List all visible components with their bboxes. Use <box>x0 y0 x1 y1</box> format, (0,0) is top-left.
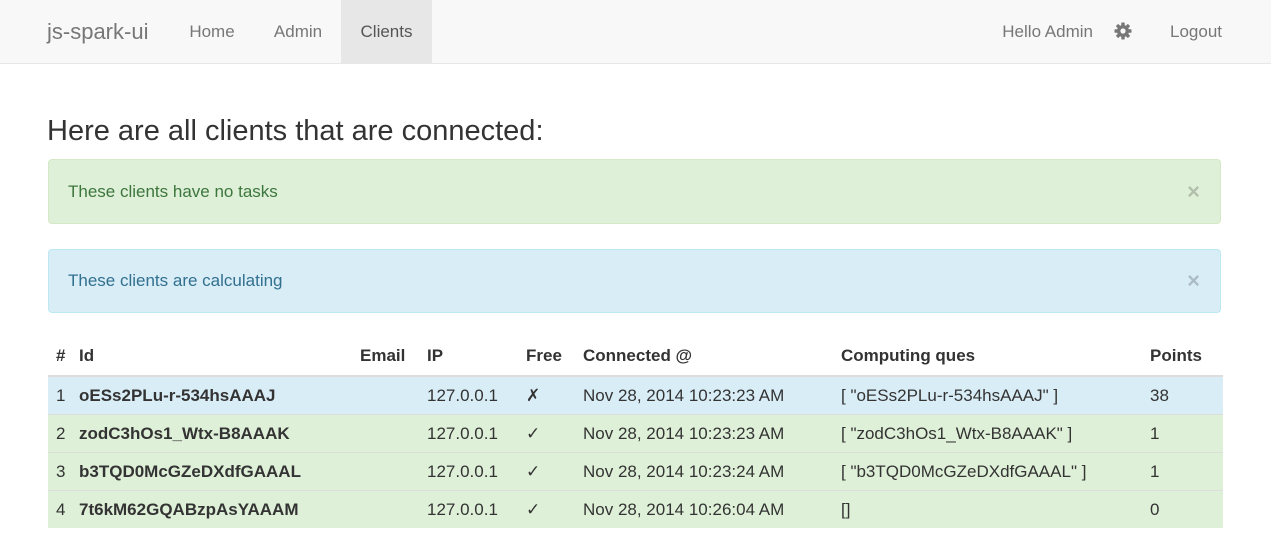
cell-computing: [] <box>833 490 1142 528</box>
settings-button[interactable] <box>1104 0 1142 63</box>
cell-free: ✗ <box>518 375 575 415</box>
cell-num: 2 <box>48 414 71 453</box>
cell-points: 1 <box>1142 452 1223 491</box>
col-header-ip: IP <box>419 336 518 377</box>
cell-connected: Nov 28, 2014 10:23:24 AM <box>575 452 833 491</box>
gear-icon <box>1114 22 1132 40</box>
clients-table: # Id Email IP Free Connected @ Computing… <box>48 336 1223 528</box>
cell-computing: [ "zodC3hOs1_Wtx-B8AAAK" ] <box>833 414 1142 453</box>
no-tasks-alert-text: These clients have no tasks <box>68 182 278 201</box>
cell-id: b3TQD0McGZeDXdfGAAAL <box>71 452 352 491</box>
nav-tab-admin[interactable]: Admin <box>256 0 340 63</box>
cell-free: ✓ <box>518 452 575 491</box>
cell-num: 3 <box>48 452 71 491</box>
logout-link[interactable]: Logout <box>1159 0 1233 63</box>
greeting-link[interactable]: Hello Admin <box>1002 0 1093 63</box>
page-title: Here are all clients that are connected: <box>47 115 544 147</box>
cell-email <box>352 375 419 415</box>
cell-points: 1 <box>1142 414 1223 453</box>
cell-email <box>352 452 419 491</box>
cell-computing: [ "b3TQD0McGZeDXdfGAAAL" ] <box>833 452 1142 491</box>
top-navbar: js-spark-ui Home Admin Clients Hello Adm… <box>0 0 1271 64</box>
table-row: 1 oESs2PLu-r-534hsAAAJ 127.0.0.1 ✗ Nov 2… <box>48 375 1223 415</box>
brand-link[interactable]: js-spark-ui <box>47 0 148 63</box>
nav-tab-clients[interactable]: Clients <box>341 0 432 63</box>
cell-id: 7t6kM62GQABzpAsYAAAM <box>71 490 352 528</box>
cell-num: 4 <box>48 490 71 528</box>
cell-free: ✓ <box>518 414 575 453</box>
cell-computing: [ "oESs2PLu-r-534hsAAAJ" ] <box>833 375 1142 415</box>
cell-email <box>352 414 419 453</box>
close-icon[interactable]: × <box>1187 160 1200 223</box>
col-header-id: Id <box>71 336 352 377</box>
col-header-email: Email <box>352 336 419 377</box>
calculating-alert-text: These clients are calculating <box>68 271 283 290</box>
table-header-row: # Id Email IP Free Connected @ Computing… <box>48 336 1223 377</box>
col-header-connected: Connected @ <box>575 336 833 377</box>
table-row: 2 zodC3hOs1_Wtx-B8AAAK 127.0.0.1 ✓ Nov 2… <box>48 414 1223 453</box>
col-header-computing: Computing ques <box>833 336 1142 377</box>
cell-email <box>352 490 419 528</box>
col-header-num: # <box>48 336 71 377</box>
col-header-points: Points <box>1142 336 1223 377</box>
cell-points: 0 <box>1142 490 1223 528</box>
table-row: 4 7t6kM62GQABzpAsYAAAM 127.0.0.1 ✓ Nov 2… <box>48 490 1223 528</box>
cell-id: zodC3hOs1_Wtx-B8AAAK <box>71 414 352 453</box>
nav-tab-home[interactable]: Home <box>172 0 252 63</box>
cell-ip: 127.0.0.1 <box>419 452 518 491</box>
table-row: 3 b3TQD0McGZeDXdfGAAAL 127.0.0.1 ✓ Nov 2… <box>48 452 1223 491</box>
no-tasks-alert: These clients have no tasks × <box>48 159 1221 224</box>
col-header-free: Free <box>518 336 575 377</box>
close-icon[interactable]: × <box>1187 250 1200 312</box>
cell-ip: 127.0.0.1 <box>419 375 518 415</box>
calculating-alert: These clients are calculating × <box>48 249 1221 313</box>
cell-ip: 127.0.0.1 <box>419 490 518 528</box>
cell-points: 38 <box>1142 375 1223 415</box>
cell-connected: Nov 28, 2014 10:23:23 AM <box>575 375 833 415</box>
cell-free: ✓ <box>518 490 575 528</box>
cell-ip: 127.0.0.1 <box>419 414 518 453</box>
cell-connected: Nov 28, 2014 10:23:23 AM <box>575 414 833 453</box>
cell-id: oESs2PLu-r-534hsAAAJ <box>71 375 352 415</box>
cell-connected: Nov 28, 2014 10:26:04 AM <box>575 490 833 528</box>
cell-num: 1 <box>48 375 71 415</box>
